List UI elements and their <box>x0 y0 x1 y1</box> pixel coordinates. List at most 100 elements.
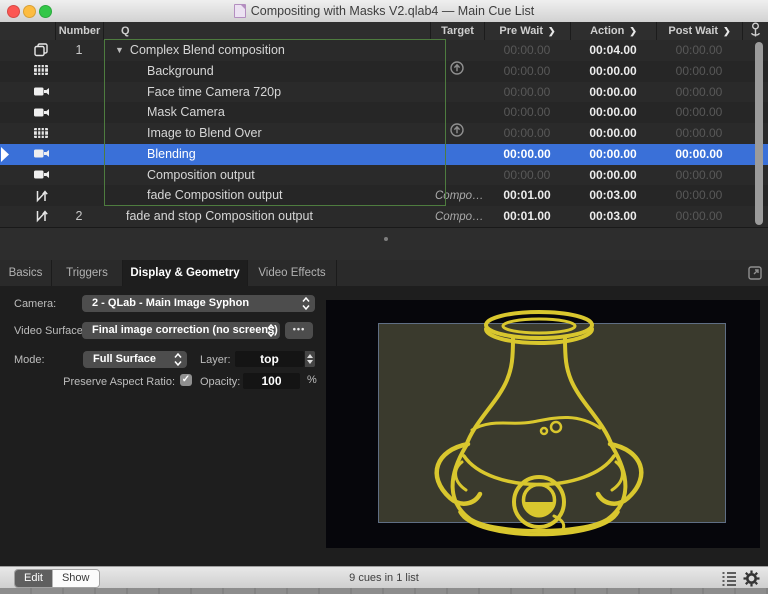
cue-target <box>430 102 484 123</box>
post-wait-value: 00:00.00 <box>656 165 742 186</box>
cue-name: Mask Camera <box>147 105 225 119</box>
pre-wait-value: 00:01.00 <box>484 185 570 206</box>
title-bar: Compositing with Masks V2.qlab4 — Main C… <box>0 0 768 23</box>
zoom-window-button[interactable] <box>39 5 52 18</box>
cue-name-cell: Blending <box>103 144 474 165</box>
column-header-number: Number <box>55 22 103 40</box>
target-up-arrow-icon <box>430 123 484 144</box>
mode-select[interactable]: Full Surface <box>83 351 187 368</box>
flask-artwork <box>424 304 656 551</box>
pre-wait-value: 00:00.00 <box>484 61 570 82</box>
cue-name-cell: Composition output <box>103 165 474 186</box>
cue-row[interactable]: 1▼Complex Blend composition 00:00.0000:04… <box>0 40 768 61</box>
mode-label: Mode: <box>14 352 45 368</box>
action-value: 00:03.00 <box>570 185 656 206</box>
group-cue-icon <box>28 40 54 61</box>
cue-number: 2 <box>55 206 103 227</box>
post-wait-value: 00:00.00 <box>656 144 742 165</box>
disclosure-triangle-icon[interactable]: ▼ <box>115 40 124 61</box>
action-value: 00:04.00 <box>570 40 656 61</box>
cue-target: Compo… <box>430 185 484 206</box>
action-value: 00:00.00 <box>570 123 656 144</box>
cue-number <box>55 165 103 186</box>
camera-cue-icon <box>28 165 54 186</box>
preserve-aspect-ratio-checkbox[interactable]: ✓ <box>180 374 192 386</box>
cue-name: Background <box>147 64 214 78</box>
layer-field[interactable]: top <box>235 351 304 367</box>
post-wait-value: 00:00.00 <box>656 206 742 227</box>
post-wait-value: 00:00.00 <box>656 102 742 123</box>
tab-basics[interactable]: Basics <box>0 260 52 286</box>
camera-cue-icon <box>28 82 54 103</box>
camera-cue-icon <box>28 102 54 123</box>
column-header-hotkey <box>742 22 768 40</box>
cue-number: 1 <box>55 40 103 61</box>
post-wait-value: 00:00.00 <box>656 61 742 82</box>
cue-row[interactable]: Blending00:00.0000:00.0000:00.00 <box>0 144 768 165</box>
post-wait-value: 00:00.00 <box>656 123 742 144</box>
cue-target <box>430 82 484 103</box>
film-cue-icon <box>28 123 54 144</box>
tab-display-geometry[interactable]: Display & Geometry <box>123 260 248 286</box>
action-value: 00:00.00 <box>570 82 656 103</box>
cue-list-header: NumberQTargetPre Wait❯Action❯Post Wait❯ <box>0 22 768 40</box>
cue-row[interactable]: Composition output00:00.0000:00.0000:00.… <box>0 165 768 186</box>
pre-wait-value: 00:00.00 <box>484 40 570 61</box>
video-surface-label: Video Surface: <box>14 323 86 339</box>
target-up-arrow-icon <box>430 61 484 82</box>
cue-number <box>55 61 103 82</box>
fade-cue-icon <box>28 206 54 227</box>
column-header-pre-wait[interactable]: Pre Wait❯ <box>484 22 570 40</box>
cue-row[interactable]: fade Composition outputCompo…00:01.0000:… <box>0 185 768 206</box>
cue-name-cell: ▼Complex Blend composition <box>103 40 442 61</box>
cue-name-cell: Image to Blend Over <box>103 123 474 144</box>
window-bottom-edge <box>0 588 768 594</box>
chevron-up-down-icon <box>174 353 182 372</box>
popout-panel-icon[interactable] <box>748 266 762 285</box>
column-header-action[interactable]: Action❯ <box>570 22 656 40</box>
cue-number <box>55 144 103 165</box>
cue-name: fade and stop Composition output <box>126 209 313 223</box>
camera-cue-icon <box>28 144 54 165</box>
cue-row[interactable]: Mask Camera00:00.0000:00.0000:00.00 <box>0 102 768 123</box>
tab-video-effects[interactable]: Video Effects <box>248 260 337 286</box>
pre-wait-value: 00:00.00 <box>484 144 570 165</box>
cue-number <box>55 102 103 123</box>
pre-wait-value: 00:00.00 <box>484 165 570 186</box>
post-wait-value: 00:00.00 <box>656 185 742 206</box>
layer-stepper[interactable] <box>305 351 315 367</box>
cue-name-cell: Face time Camera 720p <box>103 82 474 103</box>
cue-row[interactable]: Face time Camera 720p00:00.0000:00.0000:… <box>0 82 768 103</box>
cue-name-cell: fade and stop Composition output <box>103 206 453 227</box>
chevron-up-down-icon <box>302 297 310 316</box>
status-bar: Edit Show 9 cues in 1 list <box>0 566 768 588</box>
cue-target <box>430 165 484 186</box>
opacity-field[interactable]: 100 <box>243 373 300 389</box>
tab-triggers[interactable]: Triggers <box>52 260 123 286</box>
cue-target <box>430 40 484 61</box>
action-value: 00:03.00 <box>570 206 656 227</box>
camera-select[interactable]: 2 - QLab - Main Image Syphon <box>82 295 315 312</box>
cue-name: Face time Camera 720p <box>147 85 281 99</box>
column-header-post-wait[interactable]: Post Wait❯ <box>656 22 742 40</box>
opacity-unit: % <box>307 374 317 386</box>
cue-row[interactable]: Image to Blend Over00:00.0000:00.0000:00… <box>0 123 768 144</box>
cue-row[interactable]: 2fade and stop Composition outputCompo…0… <box>0 206 768 227</box>
cue-name: Composition output <box>147 168 255 182</box>
qlab-window: Compositing with Masks V2.qlab4 — Main C… <box>0 0 768 594</box>
cue-name: fade Composition output <box>147 188 283 202</box>
cue-row[interactable]: Background00:00.0000:00.0000:00.00 <box>0 61 768 82</box>
close-window-button[interactable] <box>7 5 20 18</box>
pre-wait-value: 00:00.00 <box>484 102 570 123</box>
cue-number <box>55 185 103 206</box>
edit-surfaces-button[interactable]: ••• <box>285 322 313 339</box>
splitter-handle-dot[interactable] <box>384 237 388 241</box>
minimize-window-button[interactable] <box>23 5 36 18</box>
cue-target <box>430 144 484 165</box>
cue-list: 1▼Complex Blend composition00:00.0000:04… <box>0 40 768 227</box>
post-wait-value: 00:00.00 <box>656 40 742 61</box>
display-geometry-panel: Camera: 2 - QLab - Main Image Syphon Vid… <box>0 286 768 566</box>
video-surface-select[interactable]: Final image correction (no screens) <box>82 322 280 339</box>
panel-splitter[interactable] <box>0 227 768 261</box>
vertical-scrollbar[interactable] <box>755 42 763 225</box>
